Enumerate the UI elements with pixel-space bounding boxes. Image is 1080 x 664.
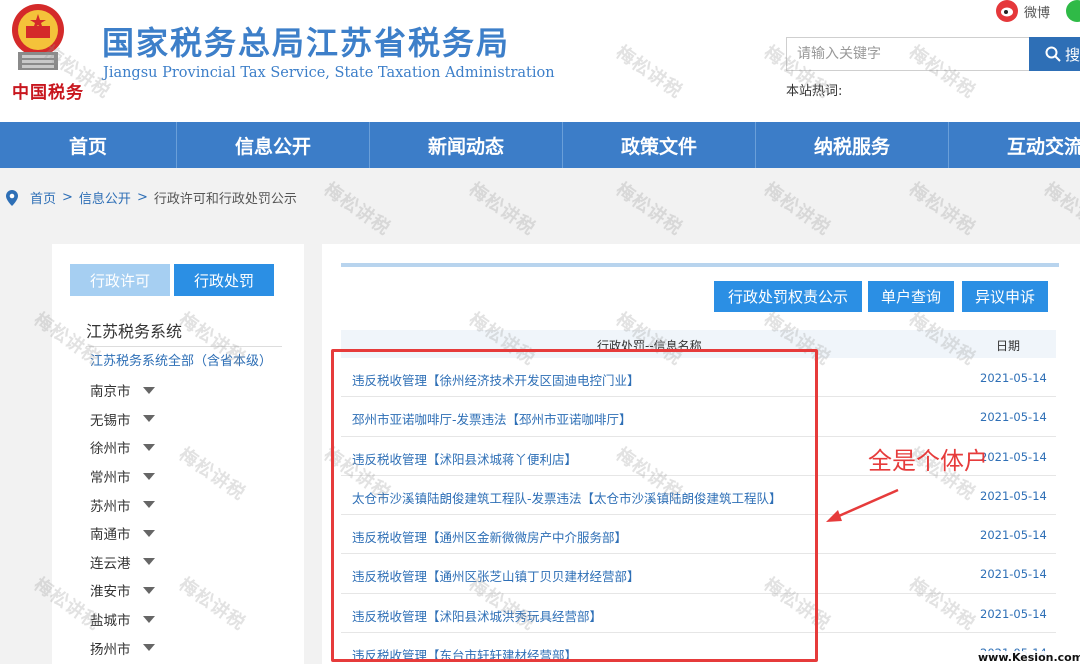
- nav-item-news[interactable]: 新闻动态: [370, 122, 563, 168]
- column-header-name: 行政处罚--信息名称: [597, 339, 702, 353]
- chevron-down-icon: [142, 615, 155, 623]
- nav-item-info[interactable]: 信息公开: [177, 122, 370, 168]
- table-row: 太仓市沙溪镇陆朗俊建筑工程队-发票违法【太仓市沙溪镇陆朗俊建筑工程队】 2021-…: [341, 476, 1056, 516]
- row-date: 2021-05-14: [980, 449, 1047, 464]
- hot-words-label: 本站热词:: [786, 84, 843, 99]
- search-input[interactable]: [786, 37, 1030, 71]
- table-row: 邳州市亚诺咖啡厅-发票违法【邳州市亚诺咖啡厅】 2021-05-14: [341, 397, 1056, 437]
- breadcrumb-home[interactable]: 首页: [30, 188, 56, 207]
- city-list: 南京市 无锡市 徐州市 常州市 苏州市 南通市 连云港 淮安市 盐城市 扬州市: [90, 376, 155, 662]
- nav-item-policy[interactable]: 政策文件: [563, 122, 756, 168]
- national-emblem-icon: [12, 4, 64, 70]
- chevron-down-icon: [142, 443, 155, 451]
- table-row: 违反税收管理【东台市轩轩建材经营部】2021-05-14: [341, 633, 1056, 664]
- breadcrumb-info[interactable]: 信息公开: [79, 188, 131, 207]
- row-name-link[interactable]: 违反税收管理【徐州经济技术开发区固迪电控门业】: [352, 370, 640, 389]
- row-name-link[interactable]: 邳州市亚诺咖啡厅-发票违法【邳州市亚诺咖啡厅】: [352, 409, 632, 428]
- city-label: 连云港: [90, 555, 131, 572]
- row-date: 2021-05-14: [980, 606, 1047, 621]
- brand-logo-text: 中国税务: [12, 83, 84, 103]
- nav-item-interaction[interactable]: 互动交流: [949, 122, 1080, 168]
- table-header: 行政处罚--信息名称 日期: [341, 330, 1056, 358]
- search-icon: [1045, 46, 1061, 62]
- search-button-label: 搜: [1065, 45, 1080, 64]
- nav-item-tax-service[interactable]: 纳税服务: [756, 122, 949, 168]
- system-title: 江苏税务系统: [86, 318, 282, 347]
- tab-permit[interactable]: 行政许可: [70, 264, 170, 296]
- site-title[interactable]: 国家税务总局江苏省税务局: [102, 18, 510, 64]
- breadcrumb-separator: >: [62, 190, 73, 205]
- penalty-rights-button[interactable]: 行政处罚权责公示: [714, 281, 862, 312]
- weibo-icon: [996, 0, 1018, 22]
- row-date: 2021-05-14: [980, 528, 1047, 543]
- city-item[interactable]: 淮安市: [90, 576, 155, 605]
- chevron-down-icon: [142, 386, 155, 394]
- chevron-down-icon: [142, 586, 155, 594]
- city-label: 南京市: [90, 384, 131, 401]
- row-date: 2021-05-14: [980, 567, 1047, 582]
- row-date: 2021-05-14: [980, 488, 1047, 503]
- breadcrumb-bar: 首页 > 信息公开 > 行政许可和行政处罚公示: [0, 168, 1080, 230]
- sidebar: 行政许可 行政处罚 江苏税务系统 江苏税务系统全部（含省本级） 南京市 无锡市 …: [52, 244, 304, 664]
- city-label: 盐城市: [90, 613, 131, 630]
- city-item[interactable]: 徐州市: [90, 433, 155, 462]
- wechat-icon[interactable]: [1066, 0, 1080, 22]
- city-label: 扬州市: [90, 641, 131, 658]
- row-name-link[interactable]: 违反税收管理【沭阳县沭城洪秀玩具经营部】: [352, 606, 602, 625]
- penalty-list: 违反税收管理【徐州经济技术开发区固迪电控门业】 2021-05-14 邳州市亚诺咖…: [341, 358, 1056, 664]
- system-all-link[interactable]: 江苏税务系统全部（含省本级）: [90, 350, 272, 369]
- table-row: 违反税收管理【沭阳县沭城洪秀玩具经营部】 2021-05-14: [341, 594, 1056, 634]
- breadcrumb-separator: >: [136, 190, 148, 205]
- city-item[interactable]: 南通市: [90, 519, 155, 548]
- table-row: 违反税收管理【通州区金新微微房产中介服务部】 2021-05-14: [341, 515, 1056, 555]
- city-label: 南通市: [90, 527, 131, 544]
- table-row: 违反税收管理【徐州经济技术开发区固迪电控门业】 2021-05-14: [341, 358, 1056, 398]
- city-item[interactable]: 无锡市: [90, 405, 155, 434]
- row-date: 2021-05-14: [980, 410, 1047, 425]
- single-query-button[interactable]: 单户查询: [868, 281, 954, 312]
- city-label: 苏州市: [90, 498, 131, 515]
- city-item[interactable]: 扬州市: [90, 633, 155, 662]
- city-item[interactable]: 苏州市: [90, 490, 155, 519]
- city-item[interactable]: 南京市: [90, 376, 155, 405]
- row-name-link[interactable]: 违反税收管理【东台市轩轩建材经营部】: [352, 645, 577, 664]
- chevron-down-icon: [142, 472, 155, 480]
- city-label: 无锡市: [90, 412, 131, 429]
- objection-button[interactable]: 异议申诉: [962, 281, 1048, 312]
- row-name-link[interactable]: 违反税收管理【沭阳县沭城蒋丫便利店】: [352, 449, 577, 468]
- annotation-text: 全是个体户: [868, 447, 988, 475]
- site-brand-watermark: www.Kesion.com: [978, 651, 1080, 664]
- panel-divider: [341, 263, 1059, 267]
- nav-item-home[interactable]: 首页: [0, 122, 177, 168]
- chevron-down-icon: [142, 415, 155, 423]
- city-label: 淮安市: [90, 584, 131, 601]
- header: 中国税务 国家税务总局江苏省税务局 Jiangsu Provincial Tax…: [0, 0, 1080, 122]
- breadcrumb-current: 行政许可和行政处罚公示: [153, 192, 297, 207]
- main-nav: 首页 信息公开 新闻动态 政策文件 纳税服务 互动交流: [0, 122, 1080, 168]
- table-row: 违反税收管理【通州区张芝山镇丁贝贝建材经营部】 2021-05-14: [341, 554, 1056, 594]
- annotation-arrow-icon: [826, 488, 899, 522]
- location-pin-icon: [6, 189, 18, 206]
- city-item[interactable]: 常州市: [90, 462, 155, 491]
- row-name-link[interactable]: 违反税收管理【通州区金新微微房产中介服务部】: [352, 527, 627, 546]
- chevron-down-icon: [142, 644, 155, 652]
- city-item[interactable]: 连云港: [90, 548, 155, 577]
- breadcrumb: 首页 > 信息公开 > 行政许可和行政处罚公示: [6, 188, 297, 207]
- chevron-down-icon: [142, 501, 155, 509]
- page: 中国税务 国家税务总局江苏省税务局 Jiangsu Provincial Tax…: [0, 0, 1080, 664]
- chevron-down-icon: [142, 558, 155, 566]
- search-button[interactable]: 搜: [1029, 37, 1080, 71]
- chevron-down-icon: [142, 529, 155, 537]
- site-subtitle: Jiangsu Provincial Tax Service, State Ta…: [103, 65, 555, 81]
- weibo-link[interactable]: 微博: [996, 0, 1050, 22]
- row-date: 2021-05-14: [980, 371, 1047, 385]
- city-label: 常州市: [90, 470, 131, 487]
- tab-penalty[interactable]: 行政处罚: [174, 264, 274, 296]
- weibo-label: 微博: [1024, 5, 1051, 21]
- city-item[interactable]: 盐城市: [90, 605, 155, 634]
- row-name-link[interactable]: 违反税收管理【通州区张芝山镇丁贝贝建材经营部】: [352, 566, 640, 585]
- city-label: 徐州市: [90, 441, 131, 458]
- row-name-link[interactable]: 太仓市沙溪镇陆朗俊建筑工程队-发票违法【太仓市沙溪镇陆朗俊建筑工程队】: [352, 488, 782, 507]
- column-header-date: 日期: [996, 339, 1021, 353]
